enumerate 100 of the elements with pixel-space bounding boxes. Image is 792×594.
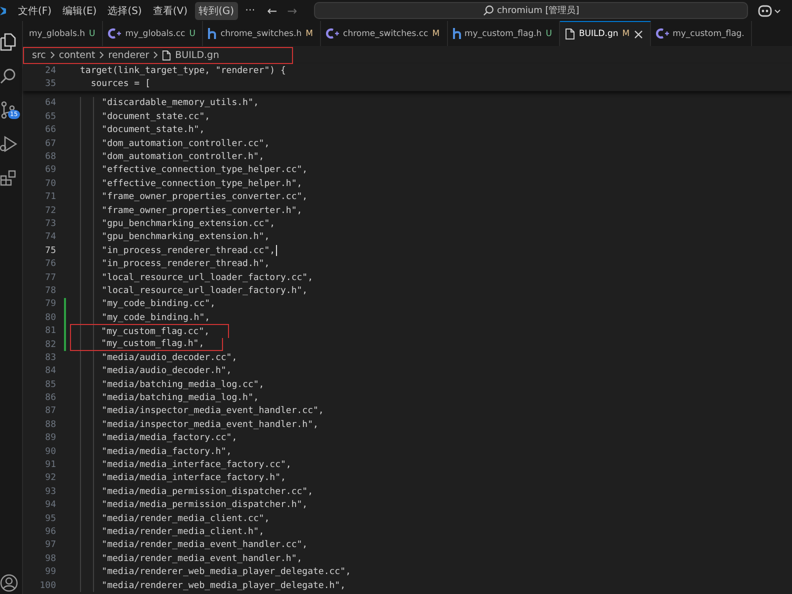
cpp-file-icon (108, 28, 122, 39)
code-line: "dom_automation_controller.h", (100, 152, 264, 162)
line-number: 70 (44, 178, 56, 189)
line-number: 84 (44, 366, 56, 376)
code-line: "gpu_benchmarking_extension.cc", (100, 218, 276, 229)
search-icon[interactable] (0, 68, 16, 84)
code-line: "media/render_media_client.h", (100, 526, 264, 537)
line-number: 85 (44, 380, 56, 390)
editor-tab[interactable]: chrome_switches.cc M (321, 21, 448, 46)
line-number: 24 (44, 66, 56, 76)
line-number: 79 (44, 299, 56, 310)
code-line: target(link_target_type, "renderer") { (80, 66, 286, 76)
code-line: "media/media_factory.cc", (100, 433, 238, 444)
code-line: "my_code_binding.cc", (100, 299, 216, 310)
line-number: 68 (44, 152, 56, 162)
menu-item[interactable]: 文件(F) (14, 2, 56, 20)
line-number: 94 (44, 500, 56, 510)
code-line: "media/inspector_media_event_handler.h", (100, 420, 318, 430)
header-file-icon (208, 28, 216, 39)
line-number: 93 (44, 486, 56, 497)
line-number: 78 (44, 286, 56, 296)
line-number: 67 (44, 138, 56, 149)
file-icon (564, 28, 575, 40)
breadcrumb-item[interactable]: src (32, 50, 46, 60)
cpp-file-icon (656, 28, 669, 39)
line-number: 90 (44, 446, 56, 457)
line-number: 64 (44, 98, 56, 108)
menu-item[interactable]: 转到(G) (194, 2, 238, 20)
line-number: 100 (38, 580, 56, 591)
chevron-icon (50, 51, 55, 59)
line-number: 73 (44, 218, 56, 229)
breadcrumb-item[interactable]: BUILD.gn (175, 50, 220, 60)
code-line: "media/audio_decoder.cc", (100, 352, 238, 363)
line-number: 92 (44, 473, 56, 484)
extensions-icon[interactable] (0, 170, 16, 186)
code-line: "discardable_memory_utils.h", (100, 98, 259, 108)
editor-tab[interactable]: BUILD.gn M (560, 21, 651, 46)
run-debug-icon[interactable] (0, 136, 18, 152)
line-number: 76 (44, 259, 56, 270)
editor-tab[interactable]: my_custom_flag. (650, 21, 752, 46)
line-number: 65 (44, 112, 56, 122)
line-number: 83 (44, 352, 56, 363)
line-number: 35 (44, 79, 56, 90)
editor-tab[interactable]: my_globals.cc U (103, 21, 204, 46)
code-line: "effective_connection_type_helper.h", (100, 178, 302, 189)
source-control-icon[interactable] (0, 101, 16, 119)
line-number: 91 (44, 460, 56, 470)
code-line: "media/media_factory.h", (100, 446, 232, 457)
line-number: 74 (44, 232, 56, 242)
line-number: 98 (44, 554, 56, 564)
close-icon[interactable] (634, 30, 643, 38)
code-line: "media/media_permission_dispatcher.cc", (100, 486, 313, 497)
line-number: 96 (44, 526, 56, 537)
line-number: 97 (44, 540, 56, 550)
code-line: "media/renderer_web_media_player_delegate.cc", (100, 567, 351, 578)
menu-item[interactable]: 选择(S) (104, 2, 146, 20)
code-line: "in_process_renderer_thread.h", (100, 259, 270, 270)
line-number: 81 (44, 326, 56, 336)
menu-item[interactable]: 查看(V) (148, 2, 192, 20)
code-line: "media/media_interface_factory.h", (100, 473, 286, 484)
editor-tab[interactable]: chrome_switches.h M (203, 21, 322, 46)
editor-tab[interactable]: my_globals.h U (23, 21, 104, 46)
line-number: 72 (44, 206, 56, 216)
code-line: "effective_connection_type_helper.cc", (100, 165, 308, 176)
code-line: "frame_owner_properties_converter.h", (100, 206, 302, 216)
breadcrumb-item[interactable]: content (58, 50, 96, 60)
more-menu[interactable]: ⋯ (241, 3, 260, 18)
line-number: 80 (44, 312, 56, 323)
breadcrumb-item[interactable]: renderer (108, 50, 150, 60)
code-line: "media/render_media_event_handler.cc", (100, 540, 308, 550)
line-number: 99 (44, 567, 56, 578)
code-line: "frame_owner_properties_converter.cc", (100, 192, 308, 202)
cpp-file-icon (326, 28, 340, 39)
code-line: "my_code_binding.h", (100, 312, 210, 323)
code-line: "document_state.cc", (100, 112, 210, 122)
code-line: "media/render_media_event_handler.h", (100, 554, 302, 564)
code-line: "dom_automation_controller.cc", (100, 138, 270, 149)
code-line: "local_resource_url_loader_factory.h", (100, 286, 308, 296)
chevron-icon (99, 51, 104, 59)
code-line: "media/media_interface_factory.cc", (100, 460, 292, 470)
files-icon[interactable] (0, 33, 16, 51)
line-number: 82 (44, 340, 56, 350)
menu-item[interactable]: 编辑(E) (58, 2, 101, 20)
line-number: 87 (44, 406, 56, 416)
code-line: "media/render_media_client.cc", (100, 514, 270, 524)
search-icon (482, 5, 494, 16)
back-button[interactable]: ← (267, 4, 278, 18)
line-number: 69 (44, 165, 56, 176)
code-line: "in_process_renderer_thread.cc", (100, 246, 276, 256)
code-line: "media/batching_media_log.cc", (100, 380, 264, 390)
code-line: "media/media_permission_dispatcher.h", (100, 500, 308, 510)
line-number: 66 (44, 125, 56, 136)
command-center-search[interactable]: chromium [管理员] (314, 2, 748, 19)
line-number: 77 (44, 272, 56, 283)
robot-icon[interactable] (758, 4, 782, 18)
code-line: "media/renderer_web_media_player_delegate.h", (100, 580, 346, 591)
code-line: "media/batching_media_log.h", (100, 393, 259, 404)
account-icon[interactable] (0, 574, 18, 592)
line-number: 95 (44, 514, 56, 524)
line-number: 75 (44, 246, 56, 256)
